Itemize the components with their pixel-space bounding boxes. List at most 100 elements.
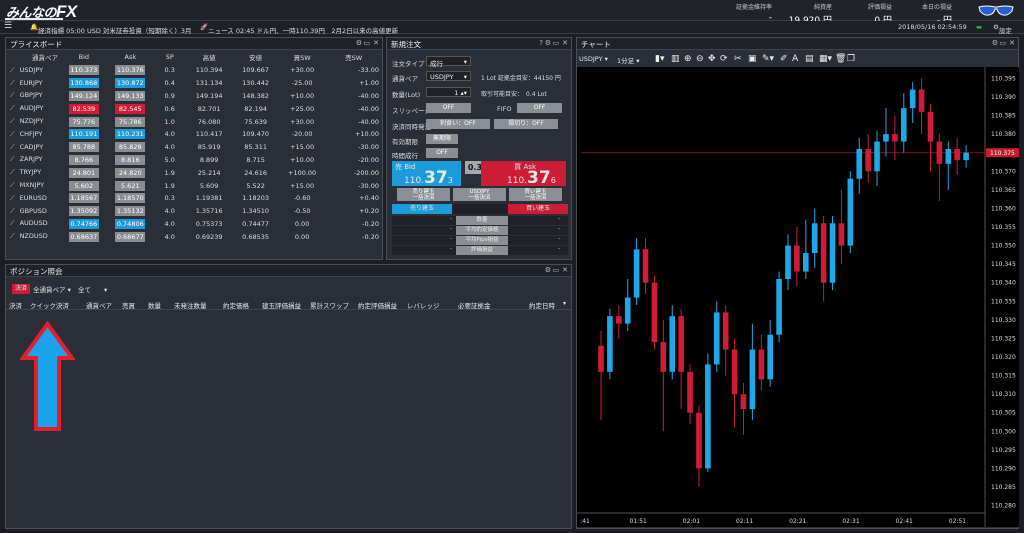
ask-cell[interactable]: 0.68677	[107, 230, 153, 243]
currency-pair[interactable]: ⟋ AUDJPY	[6, 102, 61, 115]
bid-cell[interactable]: 5.602	[61, 179, 107, 192]
gear-icon[interactable]: ⚙	[545, 266, 551, 274]
price-row[interactable]: ⟋ GBPUSD 1.35092 1.35132 4.0 1.35716 1.34510 -0…	[6, 205, 382, 218]
price-row[interactable]: ⟋ TRYJPY 24.801 24.820 1.9 25.214 24.616 +100.0…	[6, 166, 382, 179]
bid-cell[interactable]: 149.124	[61, 90, 107, 103]
screenshot-icon[interactable]: ▦▾	[819, 54, 832, 64]
close-icon[interactable]: ✕	[373, 39, 379, 47]
currency-pair[interactable]: ⟋ TRYJPY	[6, 166, 61, 179]
pair-select[interactable]: USDJPY ▾	[426, 71, 471, 81]
position-column-header[interactable]: 通貨ペア	[86, 300, 112, 310]
currency-pair[interactable]: ⟋ GBPJPY	[6, 90, 61, 103]
bid-cell[interactable]: 1.35092	[61, 205, 107, 218]
gear-icon[interactable]: ⚙	[356, 39, 362, 47]
settle-tag-button[interactable]: 決済	[12, 284, 30, 294]
close-icon[interactable]: ✕	[562, 266, 568, 274]
timed-toggle[interactable]: OFF	[426, 148, 458, 158]
price-row[interactable]: ⟋ EURJPY 130.868 130.872 0.4 131.134 130.442 -2…	[6, 77, 382, 90]
price-row[interactable]: ⟋ AUDUSD 0.74766 0.74806 4.0 0.75373 0.74477 0.…	[6, 218, 382, 231]
ask-cell[interactable]: 130.872	[107, 77, 153, 90]
ask-cell[interactable]: 1.18570	[107, 192, 153, 205]
gear-icon[interactable]: ⚙	[992, 39, 998, 47]
currency-pair[interactable]: ⟋ MXNJPY	[6, 179, 61, 192]
window-icon[interactable]: ▭	[999, 39, 1006, 47]
price-row[interactable]: ⟋ CHFJPY 110.191 110.231 4.0 110.417 109.470 -2…	[6, 128, 382, 141]
sticky-note-icon[interactable]: ▤	[805, 54, 814, 64]
expiry-select[interactable]: 無期限	[426, 134, 458, 144]
chart-interval-select[interactable]: 1分足 ▾	[617, 55, 639, 65]
ask-cell[interactable]: 82.545	[107, 102, 153, 115]
image-icon[interactable]: ▣	[748, 54, 757, 64]
chart-line-icon[interactable]: ⟋	[10, 66, 15, 74]
economic-indicator-alert[interactable]: 🔔 経済指標 05:00 USD 対米証券投資（短期除く）3月	[30, 23, 192, 35]
chart-line-icon[interactable]: ⟋	[10, 79, 15, 87]
price-row[interactable]: ⟋ CADJPY 85.788 85.828 4.0 85.919 85.311 +15.00…	[6, 141, 382, 154]
help-icon[interactable]: ?	[539, 39, 543, 47]
price-row[interactable]: ⟋ GBPJPY 149.124 149.133 0.9 149.194 148.382 +1…	[6, 90, 382, 103]
price-row[interactable]: ⟋ NZDJPY 75.776 75.786 1.0 76.080 75.639 +30.00…	[6, 115, 382, 128]
close-icon[interactable]: ✕	[562, 39, 568, 47]
pencil-icon[interactable]: ✎▾	[762, 54, 774, 64]
ask-cell[interactable]: 1.35132	[107, 205, 153, 218]
currency-pair[interactable]: ⟋ CADJPY	[6, 141, 61, 154]
settings-button[interactable]: ⚙ 設定	[993, 23, 1012, 35]
close-icon[interactable]: ✕	[1009, 39, 1015, 47]
sell-bulk-settle-button[interactable]: 売り建玉 一括決済	[397, 188, 450, 201]
currency-pair[interactable]: ⟋ EURJPY	[6, 77, 61, 90]
price-row[interactable]: ⟋ USDJPY 110.373 110.376 0.3 110.394 109.667 +3…	[6, 64, 382, 77]
side-filter-select[interactable]: 全て ▾	[78, 284, 107, 294]
gear-icon[interactable]: ⚙	[545, 39, 551, 47]
bid-cell[interactable]: 1.18567	[61, 192, 107, 205]
mascot-glasses-icon[interactable]	[978, 4, 1014, 17]
buy-ask-button[interactable]: 買 Ask 110.376	[481, 161, 566, 188]
indicator-icon[interactable]: ▥	[671, 54, 680, 64]
currency-pair[interactable]: ⟋ USDJPY	[6, 64, 61, 77]
position-column-header[interactable]: 建玉評価損益	[262, 300, 301, 310]
ask-cell[interactable]: 75.786	[107, 115, 153, 128]
order-type-select[interactable]: 成行 ▾	[426, 56, 471, 68]
take-profit-toggle[interactable]: 利食い：OFF	[426, 119, 490, 129]
column-header[interactable]: 売SW	[325, 50, 382, 64]
delete-icon[interactable]: 🗑	[835, 54, 846, 64]
bid-cell[interactable]: 85.788	[61, 141, 107, 154]
crosshair-icon[interactable]: ✥	[708, 54, 716, 64]
pair-filter-select[interactable]: 全通貨ペア ▾	[33, 284, 71, 294]
ask-cell[interactable]: 110.376	[107, 64, 153, 77]
scissors-icon[interactable]: ✂	[734, 54, 742, 64]
chart-line-icon[interactable]: ⟋	[10, 194, 15, 202]
price-row[interactable]: ⟋ NZDUSD 0.68637 0.68677 4.0 0.69239 0.68535 0.…	[6, 230, 382, 243]
bid-cell[interactable]: 0.74766	[61, 218, 107, 231]
chart-line-icon[interactable]: ⟋	[10, 91, 15, 99]
bid-cell[interactable]: 130.868	[61, 77, 107, 90]
position-column-header[interactable]: 未発注数量	[174, 300, 207, 310]
position-column-header[interactable]: 約定日時	[529, 300, 555, 310]
hamburger-menu-icon[interactable]: ☰	[4, 21, 12, 31]
currency-pair[interactable]: ⟋ AUDUSD	[6, 218, 61, 231]
text-tool-icon[interactable]: A	[792, 54, 798, 64]
stop-loss-toggle[interactable]: 損切り：OFF	[494, 119, 558, 129]
price-row[interactable]: ⟋ ZARJPY 8.766 8.816 5.0 8.899 8.715 +10.00 -20.…	[6, 154, 382, 167]
currency-pair[interactable]: ⟋ GBPUSD	[6, 205, 61, 218]
chart-line-icon[interactable]: ⟋	[10, 143, 15, 151]
position-column-header[interactable]: 売買	[122, 300, 135, 310]
column-header[interactable]: 安値	[232, 50, 278, 64]
news-ticker[interactable]: 🚀 ニュース 02:45 ドル円、一時110.39円 2月2日以来の高値更新	[200, 23, 398, 35]
chart-line-icon[interactable]: ⟋	[10, 207, 15, 215]
position-column-header[interactable]: 約定評価損益	[358, 300, 397, 310]
currency-pair[interactable]: ⟋ ZARJPY	[6, 154, 61, 167]
currency-pair[interactable]: ⟋ NZDUSD	[6, 230, 61, 243]
bid-cell[interactable]: 75.776	[61, 115, 107, 128]
position-column-header[interactable]: 累計スワップ	[310, 300, 349, 310]
price-row[interactable]: ⟋ EURUSD 1.18567 1.18570 0.3 1.19381 1.18203 -0…	[6, 192, 382, 205]
pair-bulk-settle-button[interactable]: USDJPY 一括決済	[453, 188, 506, 201]
column-header[interactable]: SP	[154, 50, 186, 64]
ask-cell[interactable]: 0.74806	[107, 218, 153, 231]
chart-line-icon[interactable]: ⟋	[10, 232, 15, 240]
chart-line-icon[interactable]: ⟋	[10, 155, 15, 163]
bid-cell[interactable]: 24.801	[61, 166, 107, 179]
bid-cell[interactable]: 82.539	[61, 102, 107, 115]
column-header[interactable]: Bid	[61, 50, 107, 64]
bid-cell[interactable]: 8.766	[61, 154, 107, 167]
chart-line-icon[interactable]: ⟋	[10, 104, 15, 112]
candlestick-chart[interactable]: 110.395 110.390 110.385 110.380 110.375 110.3…	[577, 67, 1019, 527]
